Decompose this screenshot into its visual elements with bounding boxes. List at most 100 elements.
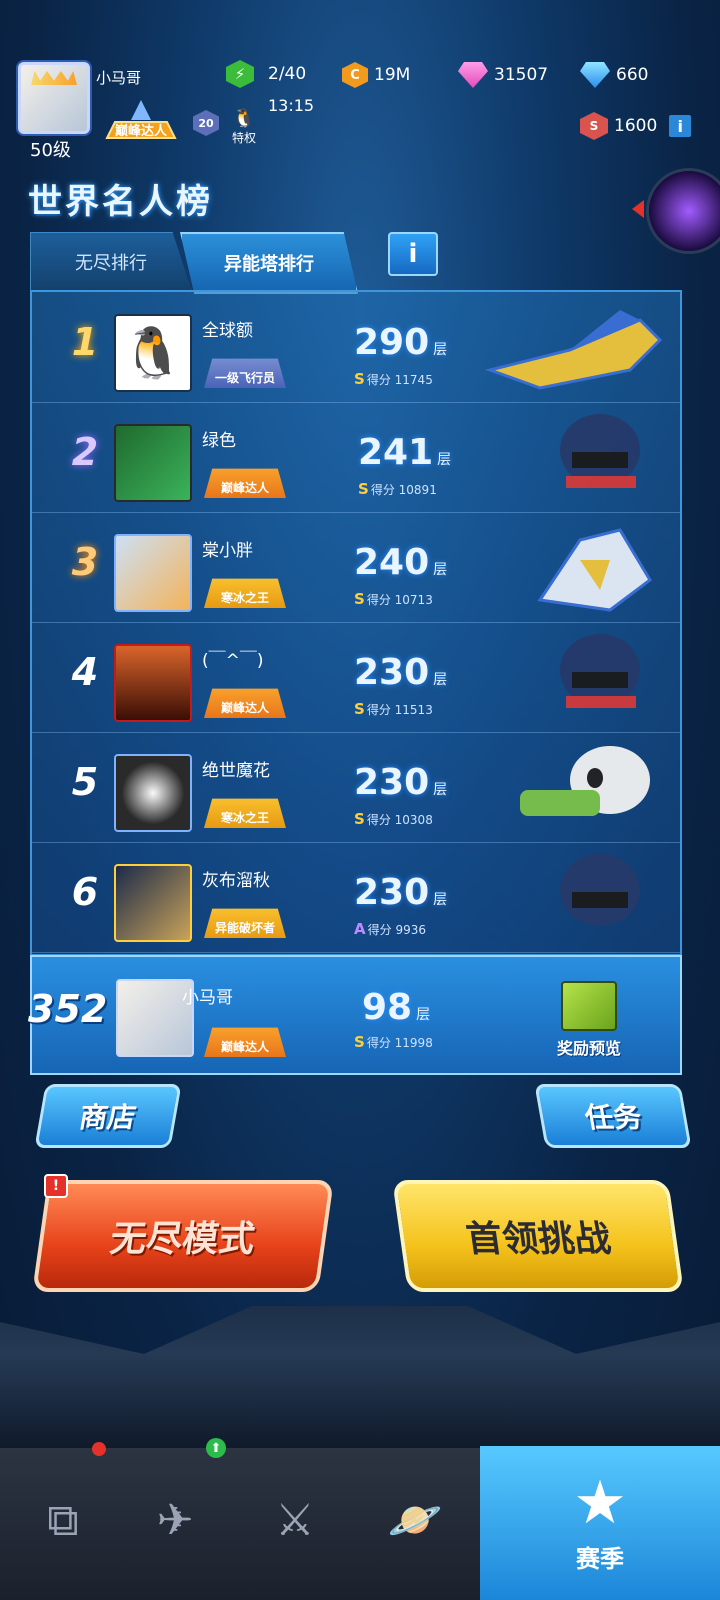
grade-badge: S [354,370,365,388]
player-avatar[interactable]: 🐧 [114,314,192,392]
rank-number: 1 [71,320,99,364]
grade-badge: A [354,920,366,938]
nav-fighter-icon[interactable]: ✈ [120,1460,230,1580]
score: S 得分 10891 [358,480,437,498]
energy-resource[interactable]: ⚡ 2/40 [226,60,306,88]
red-currency-icon: S [580,112,608,140]
arrow-left-icon [632,200,644,218]
score: S 得分 10308 [354,810,433,828]
my-floor-value: 98 层 [362,987,431,1028]
player-avatar[interactable] [114,424,192,502]
privilege-button[interactable]: 🐧 特权 [230,108,258,148]
blue-gem-icon [580,62,610,88]
player-avatar[interactable] [114,754,192,832]
player-avatar[interactable] [114,534,192,612]
nav-planet-icon[interactable]: 🪐 [360,1460,470,1580]
tab-tower-ranking[interactable]: 异能塔排行 [180,232,358,294]
star-icon: ★ [573,1467,627,1538]
pink-gem-resource[interactable]: 31507 [458,62,548,88]
grade-badge: S [354,700,365,718]
ranking-list[interactable]: 1 🐧 全球额 一级飞行员 290 层 S 得分 11745 2 绿色 巅峰达人 2… [30,290,682,956]
ranking-row[interactable]: 1 🐧 全球额 一级飞行员 290 层 S 得分 11745 [32,292,680,403]
my-title-badge: 巅峰达人 [204,1027,286,1057]
ranking-info-button[interactable]: i [388,232,438,276]
tasks-button[interactable]: 任务 [534,1084,692,1148]
ranking-row[interactable]: 4 (￣^￣) 巅峰达人 230 层 S 得分 11513 [32,622,680,733]
title-badge-label: 巅峰达人 [220,481,269,495]
season-label: 赛季 [576,1544,624,1573]
player-name: 全球额 [202,321,253,341]
title-badge-label: 寒冰之王 [220,591,269,605]
floor-value: 240 层 [354,542,448,583]
nav-season-tab[interactable]: ★ 赛季 [480,1446,720,1600]
reward-box-icon [561,981,617,1031]
player-avatar[interactable] [18,62,90,134]
title-badge-label: 异能破坏者 [214,921,275,935]
info-icon[interactable]: i [669,115,692,137]
reward-preview-button[interactable]: 奖励预览 [544,981,634,1059]
red-currency-value: 1600 [614,116,658,136]
player-level: 50级 [30,140,71,161]
title-badge: 巅峰达人 [204,688,286,718]
nav-battle-icon[interactable]: ⚔ [240,1460,350,1580]
panda-character-icon [520,746,650,816]
endless-mode-button[interactable]: 无尽模式 [32,1180,334,1292]
my-score: S 得分 11998 [354,1033,433,1051]
mech-decoration [0,1306,720,1450]
player-name: 棠小胖 [202,541,253,561]
penguin-icon: 🐧 [232,108,256,129]
page-title: 世界名人榜 [28,182,213,222]
grade-badge: S [354,1033,365,1051]
player-avatar[interactable] [114,864,192,942]
fighter-jet-icon [484,310,663,390]
floor-value: 290 层 [354,322,448,363]
my-ranking-row[interactable]: 352 小马哥 巅峰达人 98 层 S 得分 11998 奖励预览 [28,955,682,1075]
shop-button[interactable]: 商店 [34,1084,182,1148]
player-avatar[interactable] [114,644,192,722]
floor-value: 230 层 [354,872,448,913]
score: S 得分 11513 [354,700,433,718]
red-currency-resource[interactable]: S 1600 i [580,112,692,140]
notification-dot [92,1442,106,1456]
energy-value: 2/40 [268,64,307,84]
my-name: 小马哥 [182,988,233,1008]
ranking-row[interactable]: 6 灰布溜秋 异能破坏者 230 层 A 得分 9936 [32,842,680,953]
grade-badge: S [354,810,365,828]
privilege-label: 特权 [231,131,256,145]
pink-gem-value: 31507 [494,65,549,85]
my-title-badge-label: 巅峰达人 [220,1040,269,1054]
rank-number: 6 [71,870,99,914]
tab-endless-ranking[interactable]: 无尽排行 [30,232,192,292]
coin-resource[interactable]: C 19M [342,62,410,88]
badge-level: 20 [193,110,219,136]
title-badge-label: 巅峰达人 [220,701,269,715]
side-orb-button[interactable] [646,168,720,254]
player-name: (￣^￣) [202,651,264,671]
rank-number: 3 [71,540,99,584]
player-name: 绝世魔花 [202,761,270,781]
rank-number: 2 [71,430,99,474]
pink-gem-icon [458,62,488,88]
blue-gem-value: 660 [616,65,649,85]
title-badge: 寒冰之王 [204,798,286,828]
elite-badge-icon[interactable]: 巅峰达人 [95,98,187,154]
energy-icon: ⚡ [226,60,254,88]
blue-gem-resource[interactable]: 660 [580,62,648,88]
nav-home-icon[interactable]: ⧉ [8,1460,118,1580]
title-badge-label: 寒冰之王 [220,811,269,825]
ranking-row[interactable]: 2 绿色 巅峰达人 241 层 S 得分 10891 [32,402,680,513]
ninja-character-icon [560,414,640,488]
ninja-character-icon [560,634,640,708]
energy-timer: 13:15 [268,96,315,115]
floor-value: 241 层 [358,432,452,473]
ranking-row[interactable]: 5 绝世魔花 寒冰之王 230 层 S 得分 10308 [32,732,680,843]
floor-value: 230 层 [354,652,448,693]
coin-value: 19M [374,65,411,85]
ranking-row[interactable]: 3 棠小胖 寒冰之王 240 层 S 得分 10713 [32,512,680,623]
rank-number: 5 [71,760,99,804]
floor-value: 230 层 [354,762,448,803]
boss-challenge-button[interactable]: 首领挑战 [392,1180,684,1292]
coin-icon: C [342,62,368,88]
title-badge-label: 一级飞行员 [214,371,275,385]
score: A 得分 9936 [354,920,426,938]
